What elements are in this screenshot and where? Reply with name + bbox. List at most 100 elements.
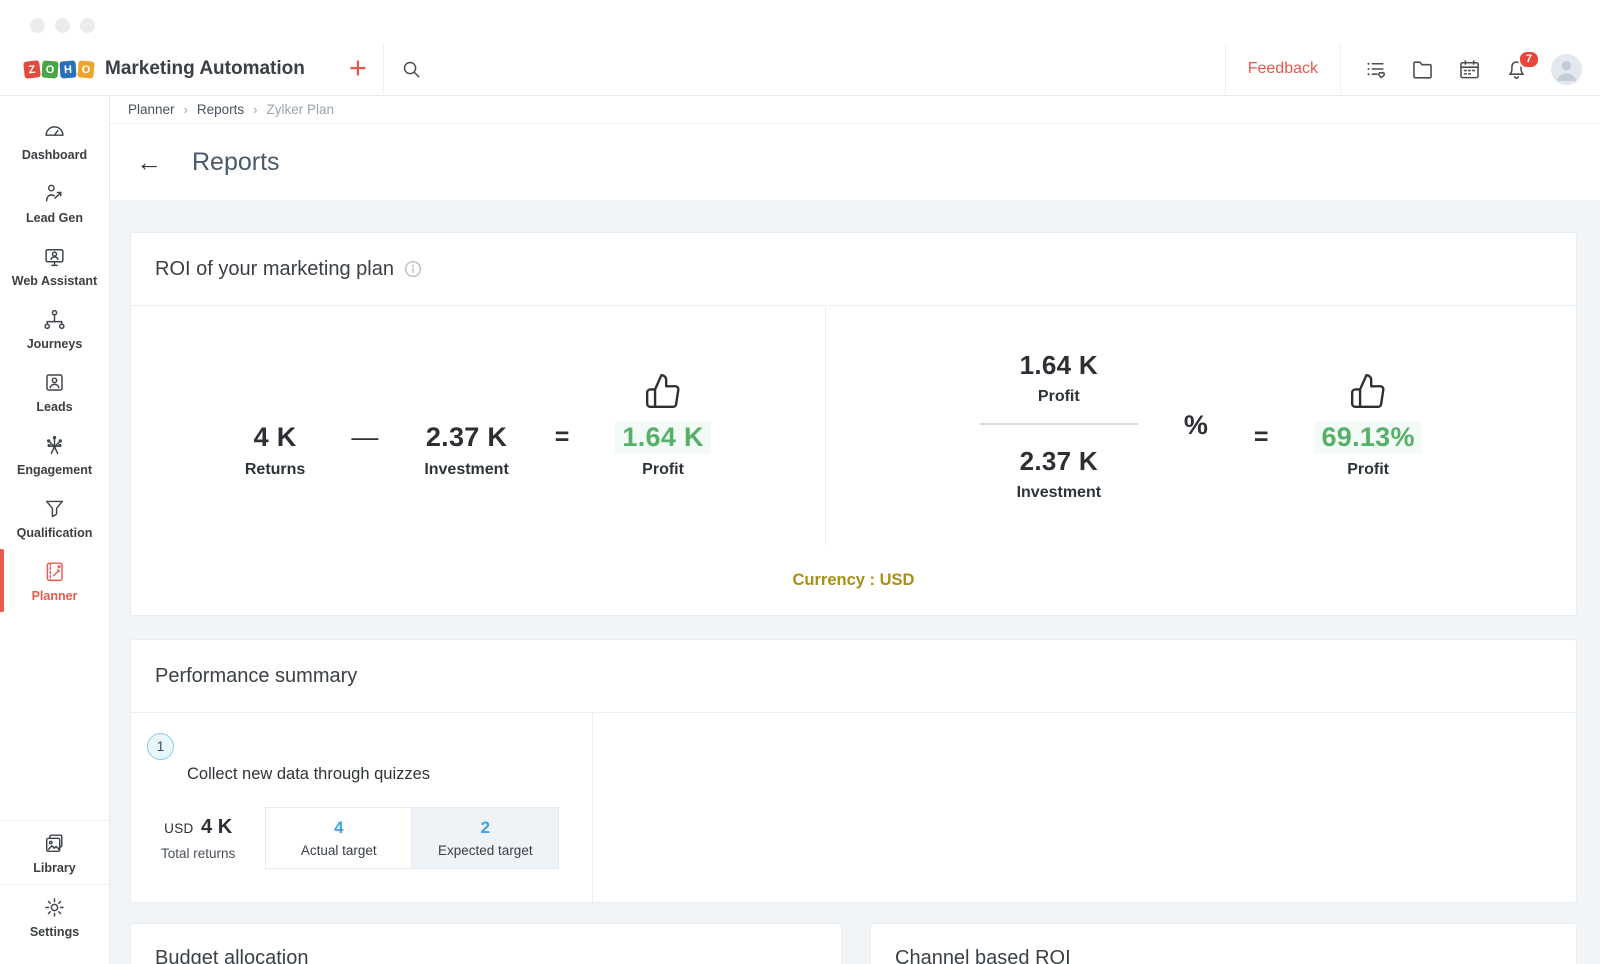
minus-operator: — (351, 422, 379, 452)
fraction-line (979, 422, 1138, 425)
roi-percent-value: 69.13% (1314, 421, 1422, 454)
breadcrumb-planner[interactable]: Planner (128, 102, 175, 117)
expected-target-value: 2 (480, 818, 491, 837)
currency-note: Currency : USD (792, 570, 915, 589)
sidebar-item-dashboard[interactable]: Dashboard (0, 108, 109, 171)
qualification-funnel-icon (45, 500, 64, 518)
equals-operator: = (554, 423, 570, 451)
roi-card-title: ROI of your marketing plan (155, 257, 394, 280)
zoho-logo[interactable]: Z O H O (23, 59, 95, 79)
zoho-logo-letter: H (59, 59, 77, 79)
sidebar-item-engagement[interactable]: Engagement (0, 423, 109, 486)
feedback-link[interactable]: Feedback (1248, 60, 1318, 78)
breadcrumb: Planner › Reports › Zylker Plan (110, 96, 1600, 124)
roi-profit-equation: 4 K Returns — 2.37 K Investment = 1.64 K… (131, 306, 825, 545)
returns-value: 4 K (253, 422, 297, 452)
total-returns-currency: USD (164, 820, 194, 836)
actual-target-label: Actual target (300, 843, 377, 858)
breadcrumb-reports[interactable]: Reports (197, 102, 244, 117)
profit-label: Profit (642, 460, 684, 478)
profit-value: 1.64 K (615, 421, 711, 454)
dashboard-icon (45, 126, 64, 136)
percent-operator: % (1183, 410, 1208, 440)
sidebar-item-settings[interactable]: Settings (0, 885, 109, 948)
channel-based-roi-title: Channel based ROI (895, 947, 1071, 964)
fraction-denominator-label: Investment (1016, 483, 1102, 501)
journeys-icon (44, 309, 65, 330)
list-heart-icon (1367, 62, 1386, 78)
product-name: Marketing Automation (105, 58, 305, 79)
settings-gear-icon (45, 898, 64, 917)
window-controls (30, 18, 95, 33)
web-assistant-icon (45, 249, 64, 267)
breadcrumb-separator: › (253, 102, 258, 117)
search-button[interactable] (400, 58, 423, 81)
actual-target-box[interactable]: 4 Actual target (265, 807, 413, 869)
thumbs-up-icon (644, 372, 682, 415)
window-minimize-button[interactable] (55, 18, 70, 33)
item-index-badge: 1 (147, 733, 174, 760)
equals-operator: = (1253, 423, 1269, 451)
back-button[interactable]: ← (136, 149, 162, 175)
calendar-icon (1460, 59, 1479, 78)
divider (382, 44, 384, 94)
engagement-icon (47, 435, 63, 455)
investment-value: 2.37 K (425, 422, 508, 452)
investment-label: Investment (424, 460, 509, 478)
sidebar: Dashboard Lead Gen Web Assistant Journey… (0, 96, 110, 964)
total-returns-value: 4 K (201, 815, 233, 838)
zoho-logo-letter: O (77, 59, 95, 79)
sidebar-item-leads[interactable]: Leads (0, 360, 109, 423)
window-maximize-button[interactable] (80, 18, 95, 33)
total-returns-label: Total returns (161, 845, 236, 861)
fraction-denominator-value: 2.37 K (1019, 445, 1099, 476)
info-icon[interactable] (404, 260, 422, 278)
user-avatar-icon (1556, 60, 1577, 81)
divider (1224, 44, 1226, 94)
sidebar-item-web-assistant[interactable]: Web Assistant (0, 234, 109, 297)
expected-target-label: Expected target (438, 843, 533, 858)
divider (1340, 44, 1341, 94)
sidebar-item-planner[interactable]: Planner (0, 549, 109, 612)
roi-card: ROI of your marketing plan 4 K Returns —… (130, 232, 1577, 616)
breadcrumb-separator: › (183, 102, 188, 117)
profit-investment-fraction: 1.64 K Profit 2.37 K Investment (979, 349, 1138, 502)
notifications-button[interactable]: 7 (1504, 49, 1540, 82)
sidebar-item-lead-gen[interactable]: Lead Gen (0, 171, 109, 234)
sidebar-item-journeys[interactable]: Journeys (0, 297, 109, 360)
roi-percentage-equation: 1.64 K Profit 2.37 K Investment % = 69.1… (824, 306, 1576, 545)
fraction-numerator-label: Profit (1037, 387, 1080, 405)
expected-target-box[interactable]: 2 Expected target (412, 807, 560, 869)
thumbs-up-icon (1349, 372, 1387, 415)
library-icon (45, 834, 63, 853)
avatar[interactable] (1551, 53, 1582, 85)
actual-target-value: 4 (334, 818, 344, 837)
files-button[interactable] (1410, 57, 1435, 82)
budget-allocation-card: Budget allocation (130, 923, 842, 964)
window-close-button[interactable] (30, 18, 45, 33)
budget-allocation-title: Budget allocation (155, 947, 309, 964)
calendar-button[interactable] (1457, 57, 1482, 82)
smart-list-button[interactable] (1363, 57, 1388, 82)
page-title: Reports (192, 147, 280, 176)
leads-icon (46, 374, 63, 391)
roi-percent-label: Profit (1347, 460, 1390, 478)
notification-badge: 7 (1517, 49, 1540, 69)
fraction-numerator-value: 1.64 K (1019, 349, 1099, 380)
performance-summary-title: Performance summary (155, 664, 358, 687)
sidebar-item-library[interactable]: Library (0, 821, 109, 884)
total-returns: USD 4 K Total returns (161, 816, 235, 861)
search-icon (403, 61, 420, 77)
channel-based-roi-card: Channel based ROI (870, 923, 1577, 964)
lead-gen-icon (45, 184, 62, 202)
zoho-logo-letter: O (41, 59, 59, 79)
performance-summary-card: Performance summary 1 Collect new data t… (130, 639, 1577, 903)
top-bar: Z O H O Marketing Automation + Feedback (0, 0, 1600, 96)
sidebar-item-qualification[interactable]: Qualification (0, 486, 109, 549)
create-new-button[interactable]: + (349, 52, 367, 87)
returns-label: Returns (244, 460, 306, 478)
folder-icon (1413, 60, 1432, 79)
performance-item: 1 Collect new data through quizzes USD 4… (131, 713, 593, 902)
report-content: ROI of your marketing plan 4 K Returns —… (110, 200, 1600, 964)
